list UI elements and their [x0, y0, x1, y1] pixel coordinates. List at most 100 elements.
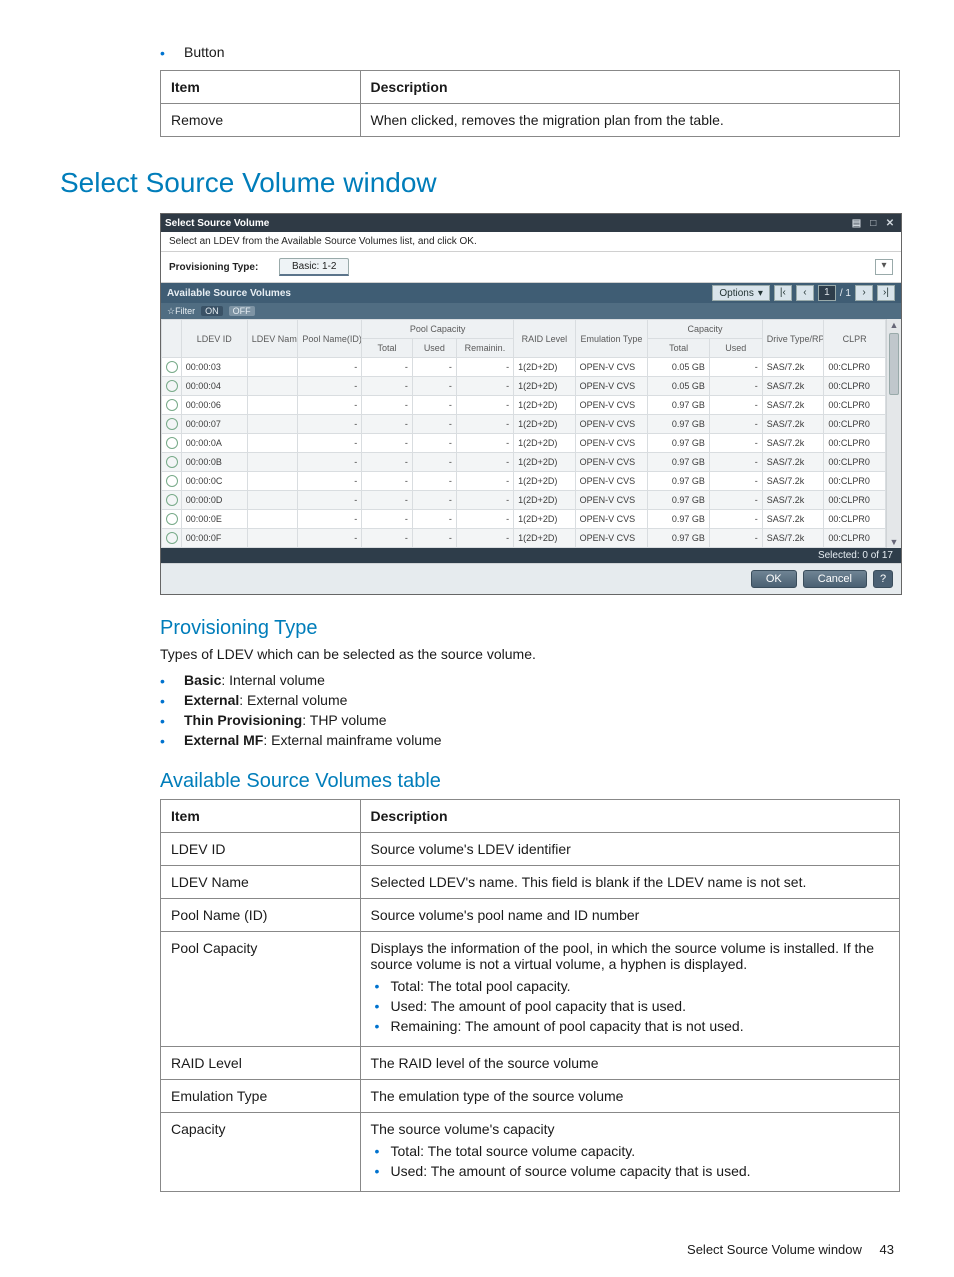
cell-raid: 1(2D+2D) — [514, 358, 576, 377]
filter-off-button[interactable]: OFF — [229, 306, 255, 316]
cell-drive: SAS/7.2k — [762, 415, 824, 434]
page-current[interactable]: 1 — [818, 285, 836, 301]
page-next-button[interactable]: › — [855, 285, 873, 301]
cell-pc-total: - — [362, 358, 413, 377]
select-source-volume-heading: Select Source Volume window — [60, 167, 894, 199]
ok-button[interactable]: OK — [751, 570, 797, 588]
cell-c-total: 0.97 GB — [648, 396, 710, 415]
row-radio[interactable] — [166, 380, 178, 392]
asv-item: LDEV Name — [161, 866, 361, 899]
col-raid[interactable]: RAID Level — [514, 320, 576, 358]
scroll-thumb[interactable] — [889, 333, 899, 395]
col-pc-total[interactable]: Total — [362, 339, 413, 358]
footer-title: Select Source Volume window — [687, 1242, 862, 1257]
row-radio[interactable] — [166, 437, 178, 449]
filter-on-button[interactable]: ON — [201, 306, 223, 316]
cell-c-used: - — [709, 377, 762, 396]
row-radio[interactable] — [166, 399, 178, 411]
button-section-bullets: Button — [160, 44, 894, 60]
page-prev-button[interactable]: ‹ — [796, 285, 814, 301]
filter-label: ☆Filter — [167, 306, 195, 317]
table-row[interactable]: 00:00:0A----1(2D+2D)OPEN-V CVS0.97 GB-SA… — [162, 434, 886, 453]
row-radio[interactable] — [166, 418, 178, 430]
cell-drive: SAS/7.2k — [762, 491, 824, 510]
row-radio[interactable] — [166, 532, 178, 544]
cell-ldev-name — [247, 396, 298, 415]
table-row[interactable]: 00:00:06----1(2D+2D)OPEN-V CVS0.97 GB-SA… — [162, 396, 886, 415]
table-row[interactable]: 00:00:0C----1(2D+2D)OPEN-V CVS0.97 GB-SA… — [162, 472, 886, 491]
col-pool-name[interactable]: Pool Name(ID) — [298, 320, 362, 358]
col-ldev-name[interactable]: LDEV Name — [247, 320, 298, 358]
col-ldev-id[interactable]: LDEV ID — [181, 320, 247, 358]
cell-drive: SAS/7.2k — [762, 358, 824, 377]
page-first-button[interactable]: |‹ — [774, 285, 792, 301]
cell-raid: 1(2D+2D) — [514, 491, 576, 510]
col-pc-remain[interactable]: Remainin. — [456, 339, 513, 358]
selection-status: Selected: 0 of 17 — [161, 548, 901, 563]
row-radio[interactable] — [166, 361, 178, 373]
cell-c-used: - — [709, 434, 762, 453]
provisioning-type-dropdown[interactable]: ▾ — [875, 259, 893, 275]
table-row[interactable]: 00:00:04----1(2D+2D)OPEN-V CVS0.05 GB-SA… — [162, 377, 886, 396]
cell-pc-total: - — [362, 529, 413, 548]
col-drive[interactable]: Drive Type/RPM — [762, 320, 824, 358]
cell-pc-used: - — [412, 529, 456, 548]
cell-emu: OPEN-V CVS — [575, 491, 648, 510]
col-emulation[interactable]: Emulation Type — [575, 320, 648, 358]
scroll-down-icon[interactable]: ▼ — [887, 536, 901, 548]
footer-page-number: 43 — [880, 1242, 894, 1257]
cell-ldev-name — [247, 491, 298, 510]
table-row[interactable]: 00:00:0D----1(2D+2D)OPEN-V CVS0.97 GB-SA… — [162, 491, 886, 510]
table-row[interactable]: 00:00:0B----1(2D+2D)OPEN-V CVS0.97 GB-SA… — [162, 453, 886, 472]
help-button[interactable]: ? — [873, 570, 893, 588]
cell-ldev-id: 00:00:0B — [181, 453, 247, 472]
asv-bullet: Used: The amount of pool capacity that i… — [375, 998, 889, 1014]
cell-pool: - — [298, 396, 362, 415]
table-row[interactable]: 00:00:03----1(2D+2D)OPEN-V CVS0.05 GB-SA… — [162, 358, 886, 377]
asv-bullet: Used: The amount of source volume capaci… — [375, 1163, 889, 1179]
cell-clpr: 00:CLPR0 — [824, 472, 886, 491]
table-row[interactable]: 00:00:0F----1(2D+2D)OPEN-V CVS0.97 GB-SA… — [162, 529, 886, 548]
cell-drive: SAS/7.2k — [762, 434, 824, 453]
col-c-total[interactable]: Total — [648, 339, 710, 358]
asv-row: Emulation TypeThe emulation type of the … — [161, 1080, 900, 1113]
cell-pc-remain: - — [456, 529, 513, 548]
asv-h0: Item — [161, 800, 361, 833]
cell-c-total: 0.97 GB — [648, 529, 710, 548]
options-dropdown[interactable]: Options▾ — [712, 285, 770, 301]
asv-row: LDEV NameSelected LDEV's name. This fiel… — [161, 866, 900, 899]
scroll-up-icon[interactable]: ▲ — [887, 319, 901, 331]
button-bullet: Button — [160, 44, 894, 60]
maximize-icon[interactable]: □ — [866, 218, 880, 229]
provisioning-item: Thin Provisioning: THP volume — [160, 712, 894, 728]
filter-icon[interactable]: ▤ — [849, 218, 863, 229]
dialog-action-bar: OK Cancel ? — [161, 563, 901, 594]
table-row[interactable]: 00:00:07----1(2D+2D)OPEN-V CVS0.97 GB-SA… — [162, 415, 886, 434]
page-last-button[interactable]: ›| — [877, 285, 895, 301]
asv-bullet: Remaining: The amount of pool capacity t… — [375, 1018, 889, 1034]
filter-bar: ☆Filter ON OFF — [161, 303, 901, 319]
cell-ldev-id: 00:00:0C — [181, 472, 247, 491]
close-icon[interactable]: ✕ — [883, 218, 897, 229]
cell-c-total: 0.97 GB — [648, 510, 710, 529]
select-source-volume-screenshot: Select Source Volume ▤ □ ✕ Select an LDE… — [160, 213, 902, 595]
col-pc-used[interactable]: Used — [412, 339, 456, 358]
row-radio[interactable] — [166, 494, 178, 506]
cell-pc-remain: - — [456, 510, 513, 529]
table-row[interactable]: 00:00:0E----1(2D+2D)OPEN-V CVS0.97 GB-SA… — [162, 510, 886, 529]
row-radio[interactable] — [166, 456, 178, 468]
row-radio[interactable] — [166, 513, 178, 525]
button-desc: When clicked, removes the migration plan… — [360, 104, 899, 137]
cell-pool: - — [298, 358, 362, 377]
col-clpr[interactable]: CLPR — [824, 320, 886, 358]
provisioning-type-tab[interactable]: Basic: 1-2 — [279, 258, 349, 276]
cell-ldev-name — [247, 415, 298, 434]
cell-clpr: 00:CLPR0 — [824, 453, 886, 472]
cell-raid: 1(2D+2D) — [514, 529, 576, 548]
cell-pc-total: - — [362, 472, 413, 491]
row-radio[interactable] — [166, 475, 178, 487]
table-scrollbar[interactable]: ▲ ▼ — [886, 319, 901, 548]
cancel-button[interactable]: Cancel — [803, 570, 867, 588]
cell-pc-remain: - — [456, 377, 513, 396]
col-c-used[interactable]: Used — [709, 339, 762, 358]
